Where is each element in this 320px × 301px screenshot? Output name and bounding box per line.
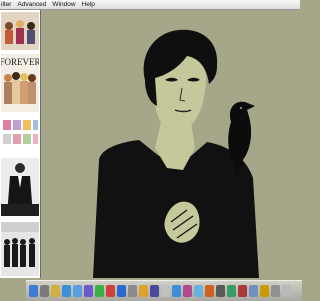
itunes-icon[interactable]: [84, 285, 93, 297]
app-icon[interactable]: [227, 285, 236, 297]
thumbnail-sidebar: FOREVER: [0, 10, 41, 278]
dock: [26, 280, 302, 301]
ichat-icon[interactable]: [95, 285, 104, 297]
pink-album-grid-thumbnail[interactable]: [1, 116, 39, 152]
menu-advanced[interactable]: Advanced: [14, 0, 49, 9]
app-icon[interactable]: [238, 285, 247, 297]
menu-window[interactable]: Window: [49, 0, 78, 9]
app-icon[interactable]: [194, 285, 203, 297]
app-icon[interactable]: [128, 285, 137, 297]
menu-bar: ilter Advanced Window Help: [0, 0, 300, 10]
app-icon[interactable]: [172, 285, 181, 297]
desktop-wallpaper: [41, 10, 300, 278]
app-icon[interactable]: [183, 285, 192, 297]
forever-album-cover-thumbnail[interactable]: FOREVER: [1, 54, 39, 112]
app-icon[interactable]: [205, 285, 214, 297]
menu-filter[interactable]: ilter: [0, 0, 14, 9]
band-photo-thumbnail[interactable]: [1, 222, 39, 276]
app-icon[interactable]: [139, 285, 148, 297]
trash-icon[interactable]: [282, 285, 291, 297]
app-icon[interactable]: [271, 285, 280, 297]
man-in-suit-thumbnail[interactable]: [1, 158, 39, 216]
app-icon[interactable]: [40, 285, 49, 297]
forever-album-title: FOREVER: [1, 57, 39, 67]
app-icon[interactable]: [260, 285, 269, 297]
safari-icon[interactable]: [62, 285, 71, 297]
group-photo-thumbnail[interactable]: [1, 12, 39, 50]
menu-help[interactable]: Help: [79, 0, 98, 9]
app-icon[interactable]: [216, 285, 225, 297]
app-icon[interactable]: [106, 285, 115, 297]
app-icon[interactable]: [150, 285, 159, 297]
app-icon[interactable]: [161, 285, 170, 297]
app-icon[interactable]: [249, 285, 258, 297]
app-icon[interactable]: [51, 285, 60, 297]
finder-icon[interactable]: [29, 285, 38, 297]
mail-icon[interactable]: [73, 285, 82, 297]
app-icon[interactable]: [117, 285, 126, 297]
